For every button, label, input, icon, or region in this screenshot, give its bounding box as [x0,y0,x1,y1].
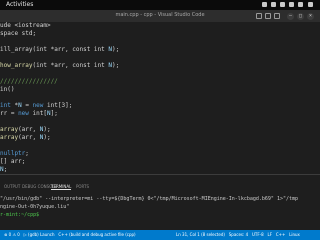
close-button[interactable]: × [307,13,314,20]
code-line[interactable]: //////////////// [0,78,58,86]
tab-output[interactable]: OUTPUT [4,184,20,189]
code-token: ); [43,134,51,141]
minimize-button[interactable]: – [287,13,294,20]
code-token: nullptr [0,150,26,157]
code-line[interactable]: [] arr; [0,158,25,166]
code-line[interactable]: space std; [0,30,36,38]
code-token: array [0,134,19,141]
code-token: int[3]; [43,102,73,109]
code-token: rr = [0,110,19,117]
code-token: = [21,102,33,109]
maximize-button[interactable]: □ [297,13,304,20]
code-token: ill_array [0,46,33,53]
code-line[interactable]: rr = new int[N]; [0,110,58,118]
terminal-line: ngine-Out-0h7yuque.liu" [0,204,69,211]
status-right[interactable]: Ln 31, Col 1 (8 selected) Spaces: 4 UTF-… [176,232,300,237]
terminal-prompt: r-mint:~/cpp$ [0,212,40,218]
code-token: ; [25,150,29,157]
code-line[interactable]: array(arr, N); [0,126,51,134]
code-token: int [0,102,11,109]
code-token: ; [3,166,8,173]
battery-icon[interactable] [280,2,285,7]
code-line[interactable]: array(arr, N); [0,134,51,142]
code-line[interactable]: ill_array(int *arr, const int N); [0,46,119,54]
settings-icon[interactable] [289,2,294,7]
code-line[interactable]: in() [0,86,14,94]
tab-terminal[interactable]: TERMINAL [51,184,72,190]
code-token: ); [112,62,120,69]
code-line[interactable]: how_array(int *arr, const int N); [0,62,119,70]
code-token: ude <iostream> [0,22,51,29]
code-token: ); [43,126,51,133]
code-line[interactable]: int *N = new int[3]; [0,102,72,110]
status-left[interactable]: ⊗ 0 ⚠ 0 ▷ (gdb) Launch C++ (build and de… [4,232,136,237]
code-token: (arr, [18,126,40,133]
code-token: * [10,102,19,109]
terminal-line: "/usr/bin/gdb" --interpreter=mi --tty=${… [0,196,298,203]
code-token: new [32,102,44,109]
code-token: ); [112,46,120,53]
terminal-output[interactable]: "/usr/bin/gdb" --interpreter=mi --tty=${… [0,196,320,230]
activities-button[interactable]: Activities [6,1,33,8]
code-token: (arr, [18,134,40,141]
terminal-text: ngine-Out-0h7yuque.liu" [0,204,70,210]
code-token: int[ [28,110,47,117]
code-token: space std; [0,30,37,37]
terminal-text: "/usr/bin/gdb" --interpreter=mi --tty=${… [0,196,299,202]
code-line[interactable]: nullptr; [0,150,29,158]
layout-sidebar-icon[interactable] [256,13,262,19]
volume-icon[interactable] [271,2,276,7]
code-token: //////////////// [0,78,58,85]
layout-secondary-icon[interactable] [274,13,280,19]
code-token: how_array [0,62,33,69]
code-token: ]; [50,110,58,117]
code-token: new [18,110,29,117]
keyboard-icon[interactable] [298,2,303,7]
layout-panel-icon[interactable] [265,13,271,19]
code-token: (int *arr, const int [32,62,109,69]
code-token: (int *arr, const int [32,46,109,53]
code-token: [] arr; [0,158,26,165]
power-icon[interactable] [308,2,313,7]
code-token: in() [0,86,15,93]
terminal-line: r-mint:~/cpp$ [0,212,42,219]
code-line[interactable]: ude <iostream> [0,22,51,30]
code-editor[interactable]: ude <iostream> space std; ill_array(int *a… [0,22,320,174]
code-token: array [0,126,19,133]
window-title: main.cpp - cpp - Visual Studio Code [115,12,205,18]
network-icon[interactable] [262,2,267,7]
code-line[interactable]: N; [0,166,7,174]
tab-ports[interactable]: PORTS [76,184,89,189]
